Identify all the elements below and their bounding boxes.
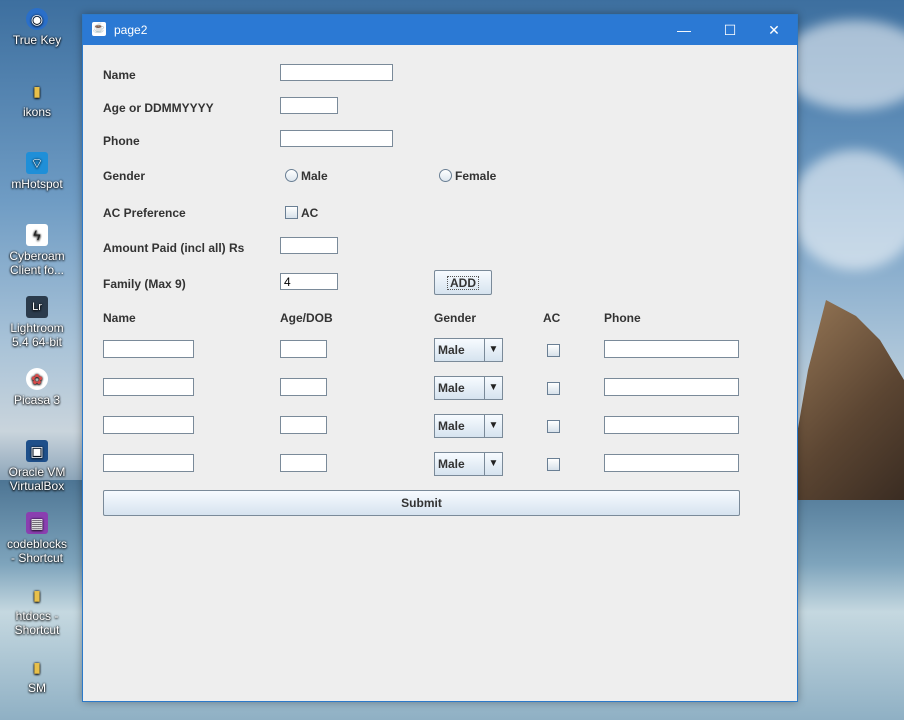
window-title: page2 [114, 23, 148, 37]
name-label: Name [103, 68, 136, 82]
member-gender-combo[interactable]: Male ▼ [434, 414, 503, 438]
page2-window: ☕ page2 — ☐ ✕ Name Age or DDMMYYYY Phone… [82, 14, 798, 702]
gender-label: Gender [103, 169, 146, 183]
desktop-icon-label: SM [28, 681, 46, 695]
desktop-icon-label: codeblocks - Shortcut [6, 537, 68, 565]
desktop-icon-picasa[interactable]: ✿ Picasa 3 [4, 368, 70, 407]
member-phone-field[interactable] [604, 340, 739, 358]
title-bar[interactable]: ☕ page2 — ☐ ✕ [83, 15, 797, 45]
form-panel: Name Age or DDMMYYYY Phone Gender Male F… [83, 46, 797, 701]
desktop-icon-cyberoam[interactable]: ϟ Cyberoam Client fo... [4, 224, 70, 277]
desktop-icon-virtualbox[interactable]: ▣ Oracle VM VirtualBox [4, 440, 70, 493]
folder-icon: ▮ [33, 659, 41, 675]
cyberoam-icon: ϟ [26, 224, 48, 246]
member-ac-checkbox[interactable] [547, 420, 560, 433]
member-age-field[interactable] [280, 416, 327, 434]
member-age-field[interactable] [280, 378, 327, 396]
desktop-icon-htdocs[interactable]: ▮ htdocs - Shortcut [4, 584, 70, 637]
member-name-field[interactable] [103, 340, 194, 358]
desktop-icon-true-key[interactable]: ◉ True Key [4, 8, 70, 47]
member-age-field[interactable] [280, 454, 327, 472]
member-gender-combo[interactable]: Male ▼ [434, 376, 503, 400]
desktop-icon-label: htdocs - Shortcut [14, 609, 60, 637]
desktop-icon-label: Lightroom 5.4 64-bit [10, 321, 64, 349]
name-field[interactable] [280, 64, 393, 81]
desktop-icon-label: ikons [22, 105, 51, 119]
member-ac-checkbox[interactable] [547, 382, 560, 395]
lightroom-icon: Lr [26, 296, 48, 318]
family-count-field[interactable] [280, 273, 338, 290]
male-radio[interactable] [285, 169, 298, 182]
column-header-name: Name [103, 311, 136, 325]
member-phone-field[interactable] [604, 416, 739, 434]
female-radio[interactable] [439, 169, 452, 182]
member-ac-checkbox[interactable] [547, 344, 560, 357]
family-label: Family (Max 9) [103, 277, 186, 291]
ac-preference-label: AC Preference [103, 206, 186, 220]
picasa-icon: ✿ [26, 368, 48, 390]
desktop-icon-mhotspot[interactable]: ⌔ mHotspot [4, 152, 70, 191]
chevron-down-icon[interactable]: ▼ [484, 453, 502, 475]
member-gender-combo[interactable]: Male ▼ [434, 452, 503, 476]
add-button-label: ADD [447, 276, 479, 290]
true-key-icon: ◉ [26, 8, 48, 30]
desktop-icon-codeblocks[interactable]: ▦ codeblocks - Shortcut [4, 512, 70, 565]
member-gender-combo[interactable]: Male ▼ [434, 338, 503, 362]
add-button[interactable]: ADD [434, 270, 492, 295]
amount-label: Amount Paid (incl all) Rs [103, 241, 245, 255]
member-name-field[interactable] [103, 378, 194, 396]
desktop-icon-label: True Key [12, 33, 62, 47]
desktop-icon-label: Cyberoam Client fo... [9, 249, 65, 277]
codeblocks-icon: ▦ [26, 512, 48, 534]
column-header-gender: Gender [434, 311, 477, 325]
member-phone-field[interactable] [604, 378, 739, 396]
desktop-icon-lightroom[interactable]: Lr Lightroom 5.4 64-bit [4, 296, 70, 349]
phone-label: Phone [103, 134, 140, 148]
chevron-down-icon[interactable]: ▼ [484, 377, 502, 399]
ac-checkbox[interactable] [285, 206, 298, 219]
phone-field[interactable] [280, 130, 393, 147]
member-name-field[interactable] [103, 416, 194, 434]
member-ac-checkbox[interactable] [547, 458, 560, 471]
desktop-icon-sm[interactable]: ▮ SM [4, 656, 70, 695]
submit-button[interactable]: Submit [103, 490, 740, 516]
column-header-phone: Phone [604, 311, 641, 325]
minimize-button[interactable]: — [661, 15, 707, 45]
age-field[interactable] [280, 97, 338, 114]
wifi-icon: ⌔ [26, 152, 48, 174]
folder-icon: ▮ [33, 587, 41, 603]
chevron-down-icon[interactable]: ▼ [484, 415, 502, 437]
column-header-ac: AC [543, 311, 561, 325]
member-phone-field[interactable] [604, 454, 739, 472]
male-radio-label[interactable]: Male [301, 169, 328, 183]
combo-value: Male [438, 343, 465, 357]
column-header-age: Age/DOB [280, 311, 333, 325]
desktop-icon-ikons[interactable]: ▮ ikons [4, 80, 70, 119]
member-age-field[interactable] [280, 340, 327, 358]
desktop-icon-label: Oracle VM VirtualBox [8, 465, 66, 493]
java-icon: ☕ [92, 22, 106, 36]
chevron-down-icon[interactable]: ▼ [484, 339, 502, 361]
combo-value: Male [438, 419, 465, 433]
female-radio-label[interactable]: Female [455, 169, 496, 183]
submit-button-label: Submit [401, 496, 442, 510]
combo-value: Male [438, 457, 465, 471]
age-label: Age or DDMMYYYY [103, 101, 214, 115]
desktop-icon-label: mHotspot [11, 177, 63, 191]
combo-value: Male [438, 381, 465, 395]
close-button[interactable]: ✕ [751, 15, 797, 45]
amount-field[interactable] [280, 237, 338, 254]
folder-icon: ▮ [33, 83, 41, 99]
ac-checkbox-label[interactable]: AC [301, 206, 318, 220]
virtualbox-icon: ▣ [26, 440, 48, 462]
maximize-button[interactable]: ☐ [707, 15, 753, 45]
member-name-field[interactable] [103, 454, 194, 472]
desktop-icon-label: Picasa 3 [13, 393, 61, 407]
